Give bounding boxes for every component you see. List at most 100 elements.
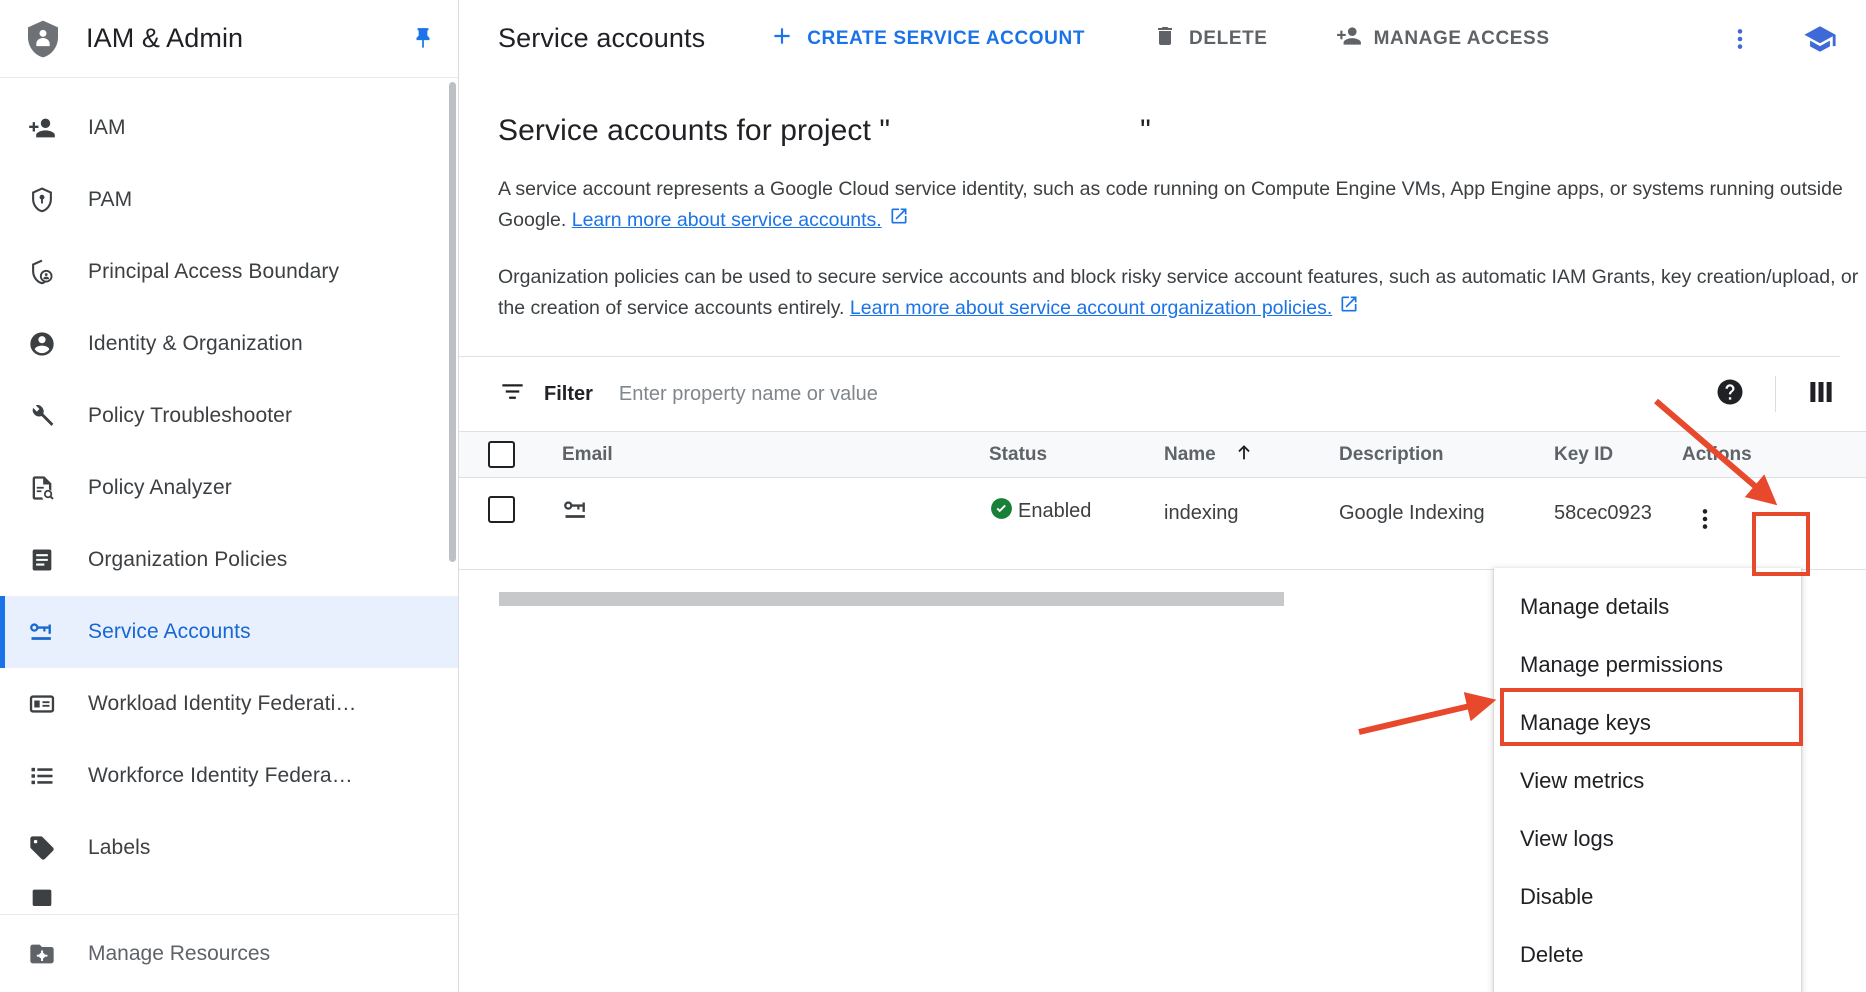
menu-item-manage-details[interactable]: Manage details <box>1494 578 1801 636</box>
column-header-actions: Actions <box>1664 444 1774 466</box>
page-heading: Service accounts for project " " <box>498 114 1866 148</box>
toolbar-right-icons <box>1720 19 1866 59</box>
wrench-icon <box>22 402 62 430</box>
learn-more-org-policies-link[interactable]: Learn more about service account organiz… <box>850 293 1359 324</box>
sidebar-item-policy-analyzer[interactable]: Policy Analyzer <box>0 452 458 524</box>
create-service-account-label: CREATE SERVICE ACCOUNT <box>807 28 1085 50</box>
row-key-id-value: 58cec0923 <box>1554 502 1652 524</box>
row-key-id-cell: 58cec0923 <box>1554 496 1664 530</box>
menu-item-view-logs[interactable]: View logs <box>1494 810 1801 868</box>
row-status-value: Enabled <box>1018 500 1091 523</box>
id-card-icon <box>22 690 62 718</box>
select-all-checkbox[interactable] <box>488 441 515 468</box>
column-header-email[interactable]: Email <box>544 444 989 466</box>
create-service-account-button[interactable]: CREATE SERVICE ACCOUNT <box>769 23 1085 55</box>
sidebar-item-iam[interactable]: IAM <box>0 92 458 164</box>
sidebar-item-label: Policy Troubleshooter <box>88 404 292 428</box>
menu-item-manage-permissions[interactable]: Manage permissions <box>1494 636 1801 694</box>
sidebar-item-label: IAM <box>88 116 126 140</box>
arrow-upward-icon[interactable] <box>1233 441 1255 469</box>
row-description-cell: Google Indexing <box>1339 496 1554 530</box>
menu-item-manage-keys[interactable]: Manage keys <box>1494 694 1801 752</box>
row-select-cell <box>459 496 544 523</box>
content-area: Service accounts for project " " A servi… <box>459 78 1866 324</box>
app-root: IAM & Admin IAM PAM <box>0 0 1866 992</box>
list-document-icon <box>22 546 62 574</box>
row-name-value: indexing <box>1164 502 1239 524</box>
tag-icon <box>22 834 62 862</box>
column-settings-icon[interactable] <box>1806 377 1836 412</box>
row-status-cell: Enabled <box>989 496 1164 527</box>
column-header-name[interactable]: Name <box>1164 441 1339 469</box>
sidebar-item-service-accounts[interactable]: Service Accounts <box>0 596 458 668</box>
trash-icon <box>1153 24 1177 54</box>
sidebar-item-label: Policy Analyzer <box>88 476 232 500</box>
sidebar-scrollbar[interactable] <box>449 82 456 562</box>
sidebar-item-truncated[interactable] <box>0 884 458 914</box>
sidebar-item-workforce-identity-federation[interactable]: Workforce Identity Federa… <box>0 740 458 812</box>
plus-icon <box>769 23 795 55</box>
sidebar-item-organization-policies[interactable]: Organization Policies <box>0 524 458 596</box>
sidebar-item-labels[interactable]: Labels <box>0 812 458 884</box>
column-header-key-id[interactable]: Key ID <box>1554 444 1664 466</box>
table-row[interactable]: Enabled indexing Google Indexing 58cec09… <box>459 478 1866 570</box>
open-in-new-icon <box>1339 293 1359 324</box>
row-description-value: Google Indexing <box>1339 502 1485 524</box>
more-vert-icon[interactable] <box>1720 19 1760 59</box>
select-all-cell <box>459 441 544 468</box>
sidebar-item-label: Organization Policies <box>88 548 287 572</box>
horizontal-scrollbar-thumb[interactable] <box>499 592 1284 606</box>
menu-item-disable[interactable]: Disable <box>1494 868 1801 926</box>
help-filled-icon[interactable] <box>1715 377 1745 412</box>
key-card-icon <box>22 618 62 646</box>
row-checkbox[interactable] <box>488 496 515 523</box>
account-circle-icon <box>22 330 62 358</box>
graduation-cap-icon[interactable] <box>1800 19 1840 59</box>
table-header-row: Email Status Name Description Key ID Act… <box>459 431 1866 478</box>
pin-icon[interactable] <box>406 22 440 56</box>
status-badge: Enabled <box>989 496 1164 527</box>
sidebar-nav: IAM PAM Principal Access Boundary <box>0 78 458 914</box>
shield-account-icon <box>22 258 62 286</box>
column-header-status[interactable]: Status <box>989 444 1164 466</box>
filter-list-icon[interactable] <box>499 378 526 410</box>
row-actions-kebab-button[interactable] <box>1682 496 1728 542</box>
sidebar-item-label: Identity & Organization <box>88 332 303 356</box>
row-email-cell <box>544 496 989 535</box>
menu-item-delete[interactable]: Delete <box>1494 926 1801 984</box>
sidebar-item-identity-organization[interactable]: Identity & Organization <box>0 308 458 380</box>
row-name-cell: indexing <box>1164 496 1339 530</box>
sidebar-item-policy-troubleshooter[interactable]: Policy Troubleshooter <box>0 380 458 452</box>
filter-label: Filter <box>544 383 593 406</box>
manage-access-label: MANAGE ACCESS <box>1374 28 1550 50</box>
shield-person-icon <box>22 18 64 60</box>
sidebar-item-workload-identity-federation[interactable]: Workload Identity Federati… <box>0 668 458 740</box>
filter-input[interactable] <box>619 383 1139 406</box>
learn-more-service-accounts-label: Learn more about service accounts. <box>572 205 882 236</box>
menu-item-view-metrics[interactable]: View metrics <box>1494 752 1801 810</box>
manage-access-button[interactable]: MANAGE ACCESS <box>1336 23 1550 55</box>
sidebar-title: IAM & Admin <box>86 23 243 54</box>
sidebar-item-pam[interactable]: PAM <box>0 164 458 236</box>
row-actions-context-menu: Manage details Manage permissions Manage… <box>1494 568 1801 992</box>
sidebar-item-label: Principal Access Boundary <box>88 260 339 284</box>
check-circle-icon <box>989 496 1014 527</box>
partial-icon <box>22 885 62 913</box>
key-card-icon <box>562 511 590 528</box>
heading-suffix: " <box>1140 114 1151 148</box>
learn-more-org-policies-label: Learn more about service account organiz… <box>850 293 1332 324</box>
person-add-icon <box>1336 23 1362 55</box>
shield-key-icon <box>22 186 62 214</box>
sidebar-footer-manage-resources[interactable]: Manage Resources <box>0 914 458 992</box>
sidebar-item-label: Labels <box>88 836 150 860</box>
learn-more-service-accounts-link[interactable]: Learn more about service accounts. <box>572 205 909 236</box>
column-header-description[interactable]: Description <box>1339 444 1554 466</box>
sidebar-item-principal-access-boundary[interactable]: Principal Access Boundary <box>0 236 458 308</box>
sidebar-item-label: Workload Identity Federati… <box>88 692 356 716</box>
sidebar-footer-label: Manage Resources <box>88 942 270 966</box>
document-search-icon <box>22 474 62 502</box>
column-header-name-label: Name <box>1164 444 1216 465</box>
sidebar-item-label: PAM <box>88 188 132 212</box>
description-paragraph-2: Organization policies can be used to sec… <box>498 262 1863 324</box>
delete-button[interactable]: DELETE <box>1153 24 1268 54</box>
